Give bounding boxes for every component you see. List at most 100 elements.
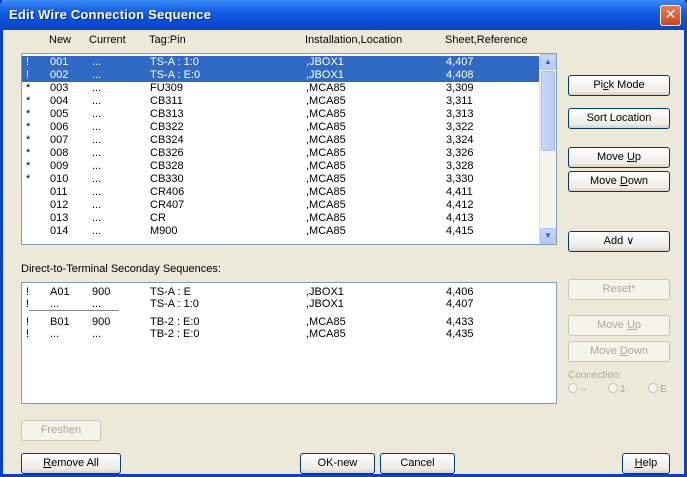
list-row[interactable]: !...... TB-2 : E:0 ,MCA85 4,435 <box>22 328 539 341</box>
cell-flag: * <box>26 82 31 94</box>
list-row[interactable]: * 006... CB322 ,MCA85 3,322 <box>22 121 539 134</box>
cell-new: 009 <box>50 160 69 172</box>
cell-location: ,MCA85 <box>306 212 346 224</box>
cell-new: 011 <box>50 186 68 198</box>
list-row[interactable]: * 004... CB311 ,MCA85 3,311 <box>22 95 539 108</box>
cell-tagpin: TS-A : E:0 <box>150 69 201 81</box>
list-row[interactable]: ! 001... TS-A : 1:0 ,JBOX1 4,407 <box>22 56 539 69</box>
list-row[interactable]: * 009... CB328 ,MCA85 3,328 <box>22 160 539 173</box>
cell-sheet: 4,407 <box>446 298 474 310</box>
col-header-location: Installation,Location <box>305 34 403 46</box>
cell-location: ,MCA85 <box>306 225 346 237</box>
cell-current: ... <box>92 212 102 224</box>
cell-flag: * <box>26 134 31 146</box>
list-column-headers: New Current Tag:Pin Installation,Locatio… <box>3 34 563 50</box>
cell-tagpin: CB328 <box>150 160 184 172</box>
list-row[interactable]: 011... CR406 ,MCA85 4,411 <box>22 186 539 199</box>
wire-sequence-list[interactable]: ▲ ▼ ! 001... TS-A : 1:0 ,JBOX1 4,407! 002... T… <box>21 53 557 245</box>
cell-new: 013 <box>50 212 69 224</box>
ok-new-button[interactable]: OK-new <box>300 453 375 474</box>
list-row[interactable]: * 010... CB330 ,MCA85 3,330 <box>22 173 539 186</box>
cell-current: ... <box>92 108 102 120</box>
list-row[interactable]: 012... CR407 ,MCA85 4,412 <box>22 199 539 212</box>
cell-current: ... <box>92 82 102 94</box>
cell-current: ... <box>92 69 102 81</box>
help-button[interactable]: Help <box>622 453 670 474</box>
pick-mode-button[interactable]: Pick Mode <box>568 75 670 96</box>
add-button[interactable]: Add ∨ <box>568 231 670 252</box>
scroll-up-icon[interactable]: ▲ <box>540 54 556 70</box>
cell-sheet: 4,407 <box>446 56 474 68</box>
cell-tagpin: TB-2 : E:0 <box>150 328 200 340</box>
cell-new: 012 <box>50 199 69 211</box>
cell-location: ,MCA85 <box>306 82 346 94</box>
cell-sheet: 3,311 <box>446 95 473 107</box>
cell-current: ... <box>92 121 102 133</box>
cell-flag: * <box>26 147 31 159</box>
cell-sheet: 4,411 <box>446 186 473 198</box>
cell-location: ,MCA85 <box>306 160 346 172</box>
cell-new: ... <box>50 328 60 340</box>
cell-tagpin: TS-A : 1:0 <box>150 56 199 68</box>
list-scrollbar[interactable]: ▲ ▼ <box>539 54 556 244</box>
secondary-move-down-button[interactable]: Move Down <box>568 341 670 362</box>
cell-sheet: 3,309 <box>446 82 474 94</box>
cell-location: ,MCA85 <box>306 328 346 340</box>
cell-location: ,MCA85 <box>306 186 346 198</box>
connection-radio-none[interactable]: -- <box>568 383 587 395</box>
secondary-sequence-list[interactable]: ! A01 900 TS-A : E ,JBOX1 4,406!...... TS-A : … <box>21 282 557 404</box>
cell-new: 004 <box>50 95 69 107</box>
list-row[interactable]: ! 002... TS-A : E:0 ,JBOX1 4,408 <box>22 69 539 82</box>
cell-tagpin: CB311 <box>150 95 183 107</box>
freshen-button[interactable]: Freshen <box>21 420 101 441</box>
cell-current: ... <box>92 160 102 172</box>
secondary-sequences-label: Direct-to-Terminal Seconday Sequences: <box>21 263 221 275</box>
cell-new: 002 <box>50 69 69 81</box>
cell-sheet: 4,413 <box>446 212 474 224</box>
cell-tagpin: CB330 <box>150 173 184 185</box>
cell-current: ... <box>92 225 102 237</box>
sort-location-button[interactable]: Sort Location <box>568 108 670 129</box>
cell-current: ... <box>92 328 102 340</box>
cell-tagpin: TS-A : 1:0 <box>150 298 199 310</box>
cell-flag: * <box>26 160 31 172</box>
cell-current: ... <box>92 147 102 159</box>
cell-sheet: 3,328 <box>446 160 474 172</box>
secondary-move-up-button[interactable]: Move Up <box>568 315 670 336</box>
cell-flag: ! <box>26 56 30 68</box>
cell-tagpin: CR406 <box>150 186 185 198</box>
list-row[interactable]: 013... CR ,MCA85 4,413 <box>22 212 539 225</box>
cell-sheet: 4,415 <box>446 225 474 237</box>
cell-flag: ! <box>26 69 30 81</box>
list-row[interactable]: !...... TS-A : 1:0 ,JBOX1 4,407 <box>22 298 539 311</box>
move-down-button[interactable]: Move Down <box>568 171 670 192</box>
cell-flag: * <box>26 173 31 185</box>
cell-current: ... <box>92 95 102 107</box>
cell-tagpin: CB324 <box>150 134 184 146</box>
list-row[interactable]: * 005... CB313 ,MCA85 3,313 <box>22 108 539 121</box>
cell-current: ... <box>92 56 102 68</box>
connection-label: Connection: <box>568 370 622 381</box>
cell-tagpin: FU309 <box>150 82 184 94</box>
list-row[interactable]: * 007... CB324 ,MCA85 3,324 <box>22 134 539 147</box>
reset-button[interactable]: Reset* <box>568 279 670 300</box>
cell-current: ... <box>92 173 102 185</box>
connection-radio-e[interactable]: E <box>648 383 667 395</box>
scroll-thumb[interactable] <box>541 71 555 151</box>
cell-location: ,MCA85 <box>306 108 346 120</box>
cancel-button[interactable]: Cancel <box>380 453 455 474</box>
list-row[interactable]: * 003... FU309 ,MCA85 3,309 <box>22 82 539 95</box>
connection-radio-1[interactable]: 1 <box>608 383 626 395</box>
list-row[interactable]: * 008... CB326 ,MCA85 3,326 <box>22 147 539 160</box>
list-row[interactable]: 014... M900 ,MCA85 4,415 <box>22 225 539 238</box>
scroll-down-icon[interactable]: ▼ <box>540 228 556 244</box>
title-bar[interactable]: Edit Wire Connection Sequence ✕ <box>0 0 687 30</box>
cell-location: ,MCA85 <box>306 121 346 133</box>
cell-new: 014 <box>50 225 69 237</box>
close-button[interactable]: ✕ <box>660 5 681 26</box>
cell-tagpin: M900 <box>150 225 178 237</box>
cell-new: 005 <box>50 108 69 120</box>
remove-all-button[interactable]: Remove All <box>21 453 121 474</box>
cell-tagpin: CR407 <box>150 199 185 211</box>
move-up-button[interactable]: Move Up <box>568 147 670 168</box>
